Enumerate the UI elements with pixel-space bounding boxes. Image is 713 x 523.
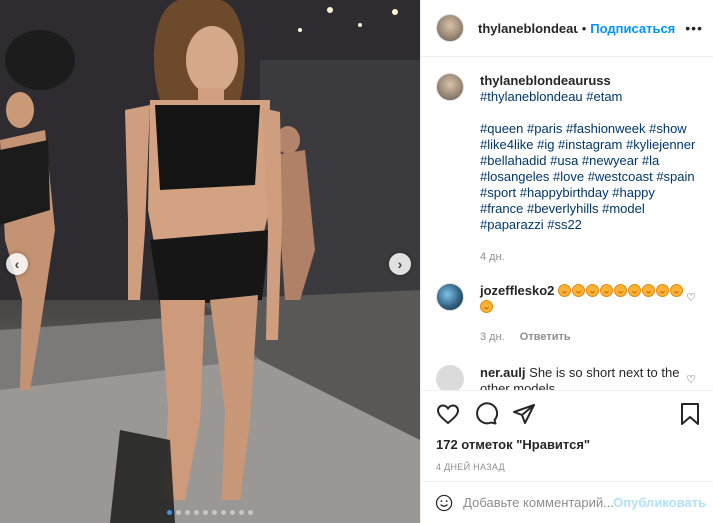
bookmark-icon[interactable] bbox=[679, 402, 701, 426]
add-comment-bar: Опубликовать bbox=[421, 481, 713, 523]
carousel-dot bbox=[221, 510, 226, 515]
carousel-dot bbox=[194, 510, 199, 515]
carousel-dot bbox=[239, 510, 244, 515]
comment-avatar[interactable] bbox=[436, 283, 464, 311]
carousel-dot bbox=[185, 510, 190, 515]
caption-time: 4 дн. bbox=[480, 249, 696, 265]
carousel-dot bbox=[203, 510, 208, 515]
comment-time: 3 дн. bbox=[480, 331, 505, 343]
caption: thylaneblondeauruss #thylaneblondeau #et… bbox=[436, 73, 702, 265]
heart-eyes-emoji-icon bbox=[558, 284, 572, 297]
like-comment-heart-icon[interactable]: ♡ bbox=[686, 373, 696, 386]
carousel-dot bbox=[167, 510, 172, 515]
comment-item: ner.aulj She is so short next to the oth… bbox=[436, 365, 702, 390]
more-horizontal-icon[interactable]: ••• bbox=[685, 20, 703, 36]
caption-hashtags[interactable]: #queen #paris #fashionweek #show #like4l… bbox=[480, 121, 696, 233]
heart-eyes-emoji-icon bbox=[586, 284, 600, 297]
carousel-dot bbox=[230, 510, 235, 515]
previous-slide-button[interactable]: ‹ bbox=[6, 253, 28, 275]
chevron-right-icon: › bbox=[397, 256, 403, 272]
publish-button[interactable]: Опубликовать bbox=[613, 495, 706, 510]
heart-eyes-emoji-icon bbox=[600, 284, 614, 297]
share-icon[interactable] bbox=[512, 402, 536, 426]
heart-eyes-emoji-icon bbox=[628, 284, 642, 297]
comment-input[interactable] bbox=[463, 495, 614, 510]
runway-photo-illustration bbox=[0, 0, 420, 523]
heart-eyes-emoji-icon bbox=[656, 284, 670, 297]
comment-icon[interactable] bbox=[474, 402, 498, 426]
heart-icon[interactable] bbox=[436, 402, 460, 426]
author-avatar[interactable] bbox=[436, 14, 464, 42]
carousel-dot bbox=[248, 510, 253, 515]
follow-button[interactable]: Подписаться bbox=[590, 21, 675, 36]
comment-username[interactable]: ner.aulj bbox=[480, 365, 526, 380]
chevron-left-icon: ‹ bbox=[14, 256, 20, 272]
header-separator: • bbox=[581, 20, 587, 36]
carousel-dot bbox=[212, 510, 217, 515]
heart-eyes-emoji-icon bbox=[614, 284, 628, 297]
carousel-indicator bbox=[0, 510, 420, 515]
caption-first-line[interactable]: #thylaneblondeau #etam bbox=[480, 89, 622, 104]
heart-eyes-emoji-icon bbox=[480, 300, 493, 313]
caption-avatar[interactable] bbox=[436, 73, 464, 101]
comment-avatar[interactable] bbox=[436, 365, 464, 390]
heart-eyes-emoji-icon bbox=[670, 284, 684, 297]
action-icons bbox=[436, 397, 701, 431]
like-comment-heart-icon[interactable]: ♡ bbox=[686, 291, 696, 304]
next-slide-button[interactable]: › bbox=[389, 253, 411, 275]
caption-time-text: 4 дн. bbox=[480, 251, 505, 263]
post-date[interactable]: 4 ДНЕЙ НАЗАД bbox=[436, 462, 701, 472]
post-actions: 172 отметок "Нравится" 4 ДНЕЙ НАЗАД bbox=[421, 390, 713, 472]
post-side-panel: thylaneblondeauru • Подписаться ••• thyl… bbox=[420, 0, 713, 523]
post-header: thylaneblondeauru • Подписаться ••• bbox=[421, 0, 713, 57]
author-username[interactable]: thylaneblondeauru bbox=[478, 21, 578, 36]
comment-item: jozefflesko2 3 дн. Ответить ♡ bbox=[436, 283, 702, 345]
heart-eyes-emoji-icon bbox=[642, 284, 656, 297]
comment-username[interactable]: jozefflesko2 bbox=[480, 283, 554, 298]
comments-list[interactable]: thylaneblondeauruss #thylaneblondeau #et… bbox=[421, 57, 713, 390]
emoji-icon[interactable] bbox=[435, 491, 453, 515]
post-photo[interactable]: ‹ › bbox=[0, 0, 420, 523]
heart-eyes-emoji-icon bbox=[572, 284, 586, 297]
reply-button[interactable]: Ответить bbox=[520, 331, 571, 343]
caption-username[interactable]: thylaneblondeauruss bbox=[480, 73, 611, 88]
likes-count[interactable]: 172 отметок "Нравится" bbox=[436, 437, 701, 452]
carousel-dot bbox=[176, 510, 181, 515]
comment-meta: 3 дн. Ответить bbox=[480, 329, 696, 345]
